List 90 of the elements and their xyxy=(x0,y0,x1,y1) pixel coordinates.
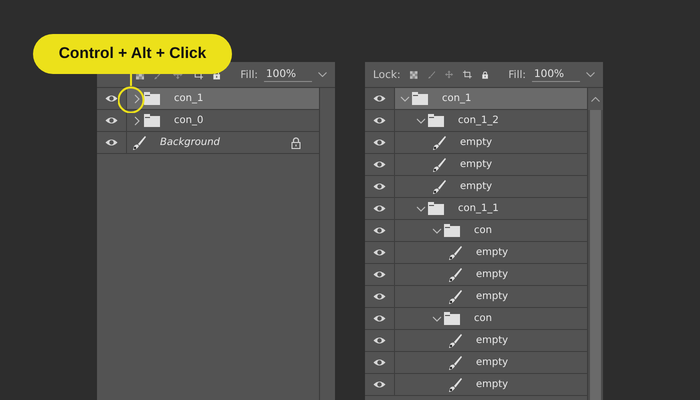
brush-icon xyxy=(448,245,462,260)
eye-icon[interactable] xyxy=(373,380,386,389)
eye-icon[interactable] xyxy=(373,160,386,169)
layer-row[interactable]: empty xyxy=(395,242,587,263)
eye-icon[interactable] xyxy=(373,292,386,301)
lock-label: Lock: xyxy=(373,68,400,80)
layer-row[interactable]: con_1_1 xyxy=(395,198,587,219)
transparency-lock-icon[interactable] xyxy=(410,68,418,80)
eye-icon[interactable] xyxy=(373,248,386,257)
layer-name: empty xyxy=(476,357,508,368)
fill-field[interactable]: 100% xyxy=(264,68,312,82)
brush-icon xyxy=(448,289,462,304)
scroll-up-icon[interactable] xyxy=(591,96,600,102)
layer-name: empty xyxy=(476,247,508,258)
eye-icon[interactable] xyxy=(373,358,386,367)
folder-icon xyxy=(412,92,428,105)
brush-icon xyxy=(432,135,446,150)
layer-name: con xyxy=(474,225,492,236)
layer-name: empty xyxy=(476,335,508,346)
layer-name: empty xyxy=(460,181,492,192)
brush-icon xyxy=(448,355,462,370)
layer-row[interactable]: empty xyxy=(395,264,587,285)
layer-row[interactable]: Background xyxy=(127,132,319,153)
brush-icon xyxy=(448,267,462,282)
layer-row[interactable]: con_0 xyxy=(127,110,319,131)
layer-name: con_0 xyxy=(174,115,204,126)
eye-icon[interactable] xyxy=(373,314,386,323)
folder-icon xyxy=(144,92,160,105)
brush-icon xyxy=(448,377,462,392)
layer-row[interactable]: empty xyxy=(395,286,587,307)
brush-icon xyxy=(448,333,462,348)
eye-icon[interactable] xyxy=(105,116,118,125)
layer-row[interactable]: empty xyxy=(395,154,587,175)
layer-name: empty xyxy=(460,137,492,148)
eye-icon[interactable] xyxy=(373,182,386,191)
layer-name: empty xyxy=(476,379,508,390)
lock-all-icon xyxy=(482,68,488,80)
eye-icon[interactable] xyxy=(373,226,386,235)
layer-name: Background xyxy=(160,137,220,148)
chevron-down-icon[interactable] xyxy=(432,316,442,322)
folder-icon xyxy=(444,312,460,325)
eye-icon[interactable] xyxy=(373,270,386,279)
fill-label: Fill: xyxy=(508,68,526,80)
chevron-down-icon[interactable] xyxy=(432,228,442,234)
eye-icon[interactable] xyxy=(373,336,386,345)
folder-icon xyxy=(428,202,444,215)
eye-icon[interactable] xyxy=(105,94,118,103)
brush-icon xyxy=(432,157,446,172)
eye-icon[interactable] xyxy=(105,138,118,147)
dropdown-icon[interactable] xyxy=(586,72,595,77)
chevron-down-icon[interactable] xyxy=(416,206,426,212)
eye-icon[interactable] xyxy=(373,138,386,147)
layer-row[interactable]: empty xyxy=(395,374,587,395)
layer-row[interactable]: empty xyxy=(395,352,587,373)
brush-icon xyxy=(132,135,146,150)
eye-icon[interactable] xyxy=(373,94,386,103)
crop-icon[interactable] xyxy=(463,68,472,81)
fill-field[interactable]: 100% xyxy=(532,68,580,82)
layer-row[interactable]: con_1 xyxy=(395,88,587,109)
brush-icon xyxy=(432,179,446,194)
scrollbar[interactable] xyxy=(587,88,603,400)
chevron-down-icon[interactable] xyxy=(416,118,426,124)
fill-label: Fill: xyxy=(240,68,258,80)
layer-row[interactable]: empty xyxy=(395,132,587,153)
layer-name: con xyxy=(474,313,492,324)
lock-icon xyxy=(291,136,301,148)
chevron-right-icon[interactable] xyxy=(134,116,140,126)
layer-name: con_1 xyxy=(442,93,472,104)
layer-row[interactable]: empty xyxy=(395,330,587,351)
folder-icon xyxy=(428,114,444,127)
layer-name: con_1_2 xyxy=(458,115,499,126)
layer-row[interactable]: empty xyxy=(395,176,587,197)
layer-name: con_1_1 xyxy=(458,203,499,214)
eye-icon[interactable] xyxy=(373,204,386,213)
folder-icon xyxy=(144,114,160,127)
layer-name: con_1 xyxy=(174,93,204,104)
layer-row[interactable]: con xyxy=(395,308,587,329)
layer-row[interactable]: con_1 xyxy=(127,88,319,109)
eye-icon[interactable] xyxy=(373,116,386,125)
chevron-right-icon[interactable] xyxy=(134,94,140,104)
callout-pointer xyxy=(118,73,146,113)
layer-row[interactable]: con_1_2 xyxy=(395,110,587,131)
layer-row[interactable]: con xyxy=(395,220,587,241)
folder-icon xyxy=(444,224,460,237)
layer-name: empty xyxy=(476,291,508,302)
chevron-down-icon[interactable] xyxy=(400,96,410,102)
layer-name: empty xyxy=(460,159,492,170)
layer-name: empty xyxy=(476,269,508,280)
shortcut-tooltip: Control + Alt + Click xyxy=(33,34,232,74)
dropdown-icon[interactable] xyxy=(318,72,327,77)
